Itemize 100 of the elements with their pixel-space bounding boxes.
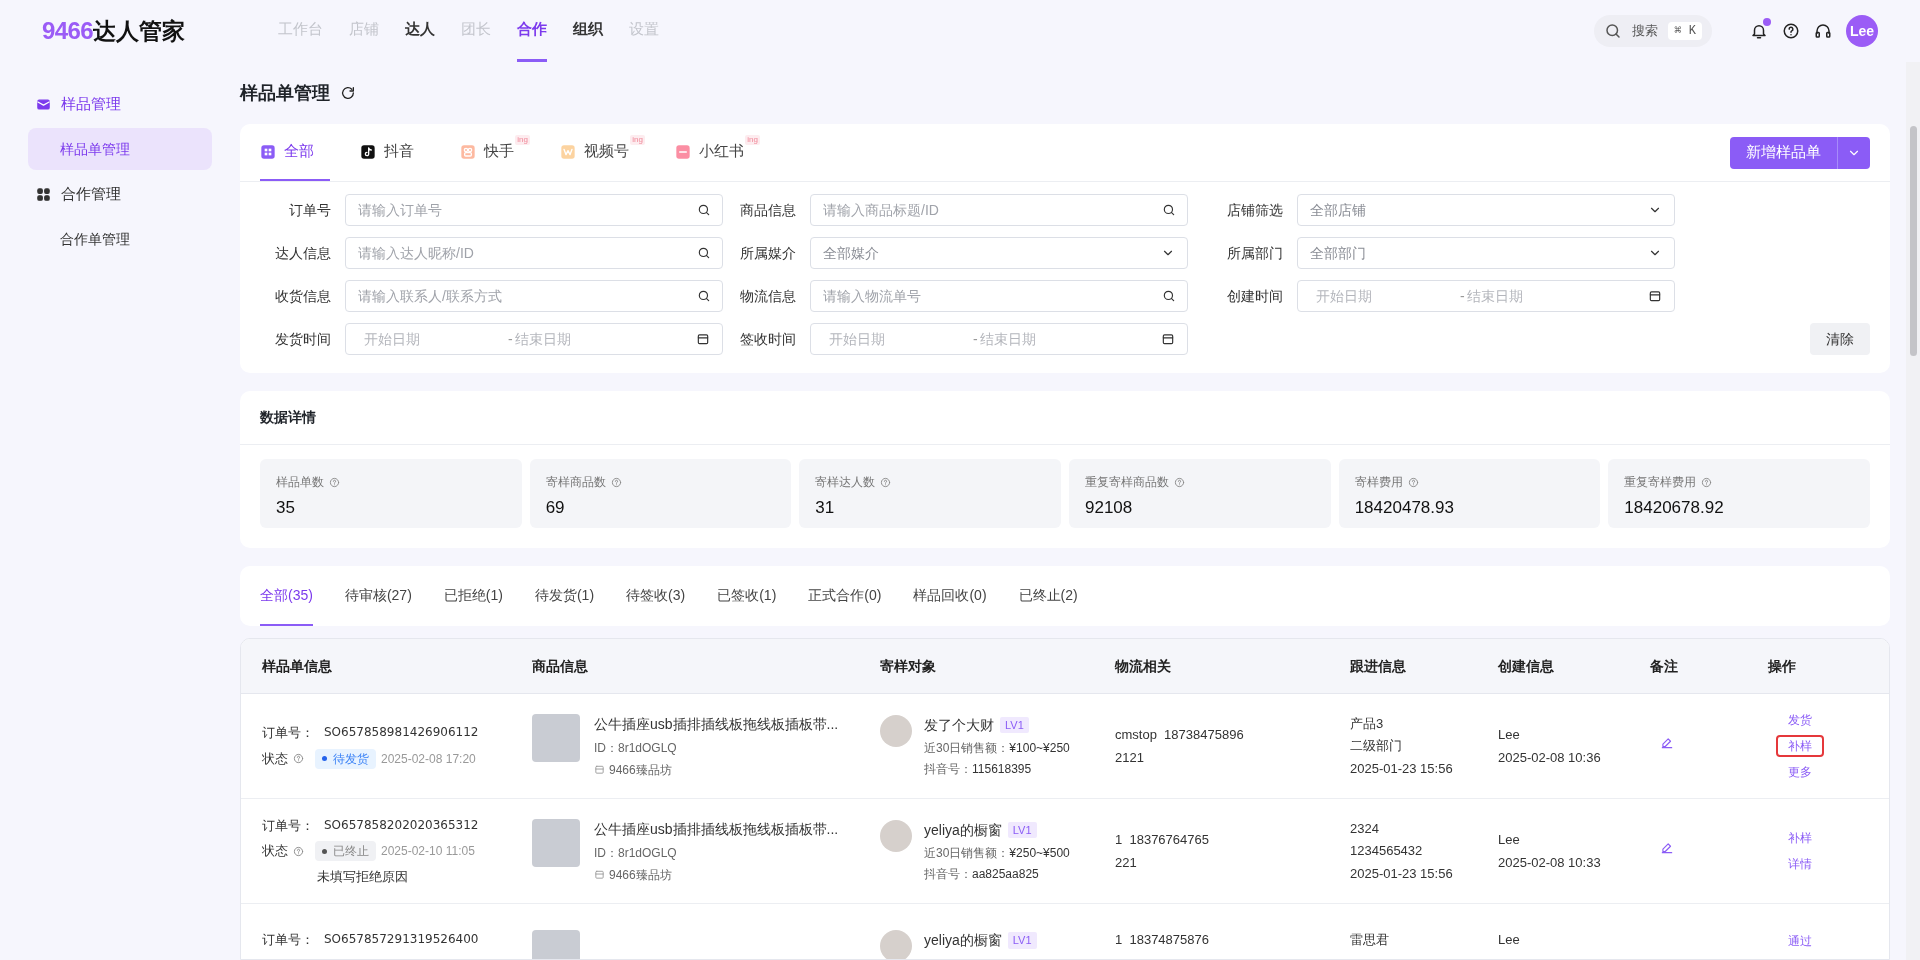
select-field[interactable]: 全部店铺	[1297, 194, 1675, 226]
support-button[interactable]	[1814, 22, 1832, 40]
column-header: 样品单信息	[261, 656, 333, 676]
status-tab[interactable]: 已拒绝(1)	[443, 566, 503, 626]
pencil-icon	[1660, 736, 1674, 751]
headset-icon	[1814, 22, 1832, 40]
status-tab[interactable]: 全部(35)	[260, 566, 313, 626]
search-field[interactable]: 请输入达人昵称/ID	[345, 237, 723, 269]
scrollbar-thumb[interactable]	[1910, 126, 1917, 356]
level-badge: LV1	[1000, 716, 1029, 734]
nav-tab[interactable]: 组织	[573, 0, 603, 62]
start-date-input[interactable]: 开始日期	[823, 328, 973, 350]
end-date-input[interactable]: 结束日期	[1467, 285, 1648, 307]
edit-remark-button[interactable]	[1660, 736, 1674, 751]
page-title: 样品单管理	[240, 81, 330, 105]
help-icon	[329, 476, 340, 488]
select-field[interactable]: 全部部门	[1297, 237, 1675, 269]
date-range-field[interactable]: 开始日期 - 结束日期	[810, 323, 1188, 355]
filter-label: 所属媒介	[739, 243, 797, 263]
search-field[interactable]: 请输入订单号	[345, 194, 723, 226]
sidebar-group[interactable]: 样品管理	[28, 82, 212, 126]
filter-label: 订单号	[288, 200, 332, 220]
field-label: 抖音号：	[924, 865, 972, 883]
product-image	[532, 713, 580, 762]
product-image	[532, 818, 580, 867]
calendar-icon	[1648, 289, 1662, 303]
help-icon	[1782, 22, 1800, 40]
account-id: aa825aa825	[972, 865, 1039, 883]
store-icon	[594, 764, 605, 775]
sales-range: ¥100~¥250	[1009, 739, 1070, 757]
bell-icon	[1750, 22, 1768, 40]
date-range-field[interactable]: 开始日期 - 结束日期	[345, 323, 723, 355]
avatar	[880, 930, 912, 959]
search-icon	[697, 246, 711, 260]
product-title: 公牛插座usb插排插线板拖线板插板带...	[594, 714, 839, 734]
search-field[interactable]: 请输入联系人/联系方式	[345, 280, 723, 312]
end-date-input[interactable]: 结束日期	[515, 328, 696, 350]
column-header: 寄样对象	[880, 656, 937, 676]
user-avatar[interactable]: Lee	[1846, 15, 1878, 47]
help-icon	[1407, 476, 1419, 488]
search-field[interactable]: 请输入商品标题/ID	[810, 194, 1188, 226]
status-badge: ing	[745, 135, 760, 145]
creator-text: Lee	[1498, 931, 1521, 949]
help-button[interactable]	[1782, 22, 1800, 40]
filter-label: 店铺筛选	[1226, 200, 1284, 220]
filter-label: 创建时间	[1226, 286, 1284, 306]
date-range-field[interactable]: 开始日期 - 结束日期	[1297, 280, 1675, 312]
platform-tab[interactable]: 全部	[260, 124, 330, 181]
status-tab[interactable]: 正式合作(0)	[808, 566, 882, 626]
start-date-input[interactable]: 开始日期	[358, 328, 508, 350]
shortcut-key: ⌘ K	[1668, 22, 1702, 40]
stat-value: 31	[815, 497, 836, 519]
status-tab[interactable]: 已终止(2)	[1018, 566, 1078, 626]
start-date-input[interactable]: 开始日期	[1310, 285, 1460, 307]
logistics-text: 1 18374875876	[1115, 931, 1210, 949]
search-button[interactable]: 搜索 ⌘ K	[1594, 15, 1712, 47]
clear-button[interactable]: 清除	[1810, 323, 1870, 355]
edit-remark-button[interactable]	[1660, 841, 1674, 856]
status-tab[interactable]: 待签收(3)	[626, 566, 686, 626]
follow-up-text: 2025-01-23 15:56	[1350, 864, 1454, 883]
status-tab[interactable]: 样品回收(0)	[913, 566, 987, 626]
select-field[interactable]: 全部媒介	[810, 237, 1188, 269]
help-icon	[293, 753, 304, 765]
help-icon	[1701, 476, 1713, 488]
end-date-input[interactable]: 结束日期	[980, 328, 1161, 350]
stat-value: 18420478.93	[1354, 497, 1455, 519]
status-badge: ing	[630, 135, 645, 145]
status-tab[interactable]: 待审核(27)	[344, 566, 412, 626]
sidebar-group[interactable]: 合作管理	[28, 172, 212, 216]
product-title: 公牛插座usb插排插线板拖线板插板带...	[594, 819, 839, 839]
nav-tab[interactable]: 合作	[517, 0, 547, 62]
help-icon	[293, 845, 304, 857]
status-time: 2025-02-10 11:05	[381, 843, 475, 860]
range-separator: -	[973, 329, 979, 349]
sidebar-item[interactable]: 样品单管理	[28, 128, 212, 170]
stat-label: 寄样费用	[1354, 474, 1403, 491]
action-link[interactable]: 补样	[1776, 827, 1824, 849]
filter-label: 发货时间	[274, 329, 332, 349]
platform-tab[interactable]: 快手 ing	[460, 124, 530, 181]
action-link[interactable]: 发货	[1776, 709, 1824, 731]
nav-tab[interactable]: 达人	[405, 0, 435, 62]
level-badge: LV1	[1007, 932, 1037, 949]
platform-tab[interactable]: 小红书 ing	[675, 124, 760, 181]
refresh-button[interactable]	[340, 85, 356, 101]
filter-label: 物流信息	[739, 286, 797, 306]
platform-tab[interactable]: 抖音	[360, 124, 430, 181]
creator-text: Lee	[1498, 831, 1521, 849]
action-link[interactable]: 补样	[1776, 735, 1824, 757]
search-icon	[697, 289, 711, 303]
follow-up-text: 2025-01-23 15:56	[1350, 759, 1454, 778]
status-tab[interactable]: 待发货(1)	[534, 566, 595, 626]
sidebar-item[interactable]: 合作单管理	[28, 218, 212, 260]
envelope-icon	[36, 96, 51, 112]
action-link[interactable]: 通过	[1776, 930, 1824, 952]
filter-label: 所属部门	[1226, 243, 1284, 263]
platform-tab[interactable]: 视频号 ing	[560, 124, 645, 181]
action-link[interactable]: 更多	[1776, 761, 1824, 783]
action-link[interactable]: 详情	[1776, 853, 1824, 875]
search-field[interactable]: 请输入物流单号	[810, 280, 1188, 312]
status-tab[interactable]: 已签收(1)	[717, 566, 777, 626]
